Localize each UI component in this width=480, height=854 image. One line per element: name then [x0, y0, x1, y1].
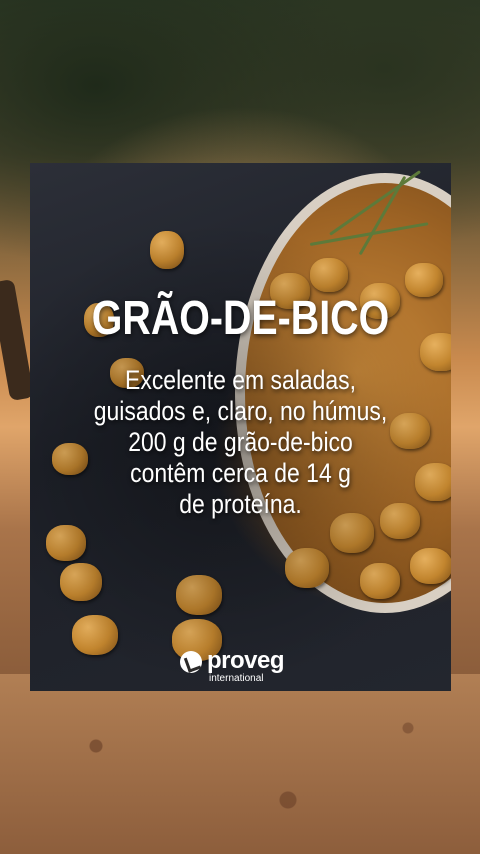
card-body-text: Excelente em saladas, guisados e, claro,…	[79, 365, 403, 520]
logo-name: proveg	[207, 647, 285, 674]
proveg-logo-icon	[180, 651, 202, 673]
post-card: GRÃO-DE-BICO Excelente em saladas, guisa…	[30, 163, 451, 691]
sand-ground	[0, 674, 480, 854]
card-title: GRÃO-DE-BICO	[91, 292, 390, 345]
body-line: contêm cerca de 14 g	[130, 458, 351, 488]
logo-subtitle: international	[209, 673, 264, 684]
body-line: 200 g de grão-de-bico	[128, 427, 353, 457]
body-line: guisados e, claro, no húmus,	[93, 396, 388, 426]
body-line: Excelente em saladas,	[125, 365, 356, 395]
proveg-logo: proveg international	[180, 647, 310, 684]
body-line: de proteína.	[179, 489, 302, 519]
